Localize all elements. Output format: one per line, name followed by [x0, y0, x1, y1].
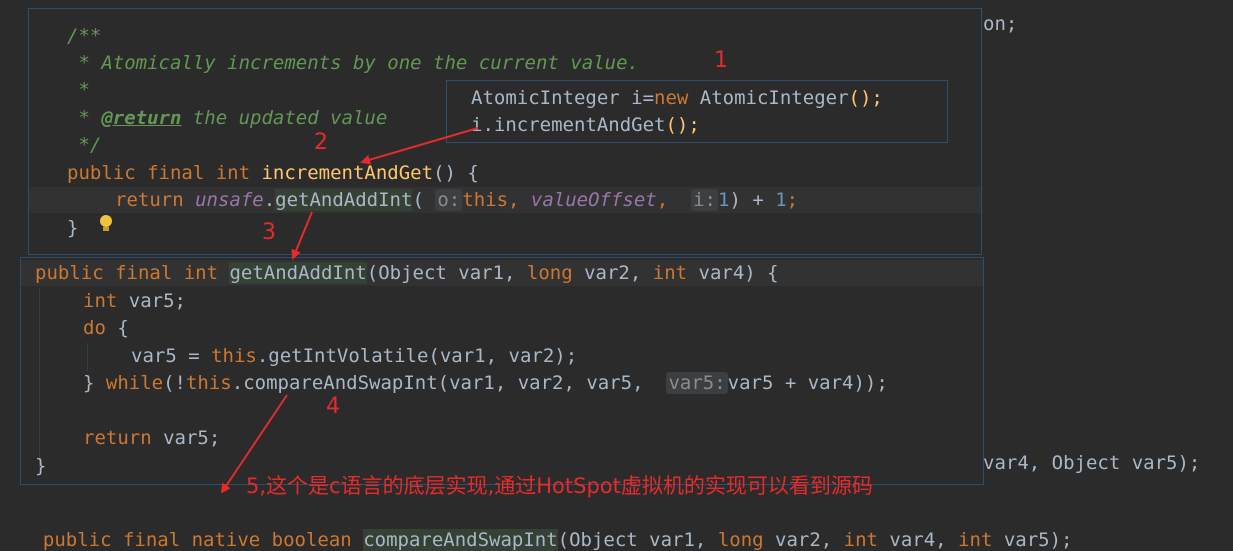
close-brace-line: }	[67, 215, 78, 241]
background-code-text: on;	[983, 13, 1018, 35]
doc-comment: *	[67, 79, 90, 101]
code-text: (	[412, 189, 424, 211]
keyword: this	[462, 189, 509, 211]
code-text: (!	[163, 372, 186, 394]
snippet-line-1: AtomicInteger i=new AtomicInteger();	[471, 85, 883, 111]
annotation-number-3: 3	[262, 220, 276, 245]
code-text: (Object var1,	[557, 529, 718, 551]
keyword: public final int	[35, 262, 230, 284]
assign-line: var5 = this.getIntVolatile(var1, var2);	[131, 343, 577, 369]
quick-definition-popup-getAndAddInt[interactable]: public final int getAndAddInt(Object var…	[20, 257, 984, 485]
code-text: i.incrementAndGet	[471, 114, 666, 136]
keyword: return	[115, 189, 196, 211]
native-method-line: public final native boolean compareAndSw…	[20, 507, 1072, 551]
field-name: valueOffset	[530, 189, 657, 211]
code-text: (Object var1,	[366, 262, 527, 284]
method-name[interactable]: getAndAddInt	[229, 262, 367, 284]
code-text: var5;	[117, 290, 186, 312]
method-call[interactable]: getAndAddInt	[275, 189, 413, 211]
code-text: var2,	[572, 262, 653, 284]
code-text: }	[83, 372, 106, 394]
annotation-number-4: 4	[326, 394, 340, 419]
code-text: .compareAndSwapInt(var1, var2, var5,	[231, 372, 655, 394]
return-line: return var5;	[83, 425, 220, 451]
background-code-top-right: on;	[983, 13, 1017, 35]
code-text: ,	[656, 189, 680, 211]
doc-close-line: */	[67, 132, 101, 158]
code-text: {	[105, 317, 129, 339]
doc-tag: @return	[101, 107, 182, 129]
param-hint: var5:	[666, 372, 728, 394]
doc-return-line: * @return the updated value	[67, 105, 387, 131]
code-text: .	[263, 189, 276, 211]
code-text: var5 + var4));	[727, 372, 888, 394]
keyword: long	[717, 529, 764, 551]
doc-comment: /**	[67, 25, 102, 47]
method-body-line: return unsafe.getAndAddInt( o: this, valu…	[29, 187, 981, 231]
indent-guide	[39, 288, 40, 468]
keyword: return	[83, 427, 152, 449]
param-hint: o:	[435, 189, 463, 211]
number: 1	[775, 189, 787, 211]
snippet-line-2: i.incrementAndGet();	[471, 112, 700, 138]
background-code-text: var4, Object var5);	[983, 452, 1201, 474]
doc-comment: * Atomically increments by one the curre…	[67, 52, 639, 74]
decl-line: int var5;	[83, 288, 186, 314]
code-text: AtomicInteger i=	[471, 87, 655, 109]
keyword: public final int	[67, 162, 262, 184]
code-text: var2,	[763, 529, 844, 551]
usage-snippet-box: AtomicInteger i=new AtomicInteger(); i.i…	[446, 80, 948, 143]
close-brace-line: }	[35, 453, 46, 479]
do-line: do {	[83, 315, 129, 341]
keyword: this	[211, 345, 257, 367]
keyword: int	[958, 529, 993, 551]
signature-text: public final int getAndAddInt(Object var…	[35, 260, 779, 286]
code-text: ;	[786, 189, 799, 211]
doc-comment: *	[67, 107, 102, 129]
keyword: this	[185, 372, 232, 394]
code-text: var4) {	[687, 262, 779, 284]
keyword: while	[105, 372, 164, 394]
keyword: public final native boolean	[42, 529, 364, 551]
method-name[interactable]: incrementAndGet	[261, 162, 433, 184]
code-text: () {	[433, 162, 479, 184]
doc-comment: the updated value	[181, 107, 388, 129]
lightbulb-icon-svg	[99, 215, 112, 231]
code-text: .getIntVolatile(var1, var2);	[256, 345, 578, 367]
method-name[interactable]: compareAndSwapInt	[363, 529, 558, 551]
code-text: var4,	[877, 529, 959, 551]
field-name: unsafe	[195, 189, 264, 211]
code-text: }	[67, 217, 79, 239]
code-text: var5);	[992, 529, 1073, 551]
code-text: ();	[848, 87, 883, 109]
method-signature-line: public final int incrementAndGet() {	[67, 160, 479, 186]
keyword: long	[526, 262, 573, 284]
number: 1	[717, 189, 730, 211]
code-text: AtomicInteger	[688, 87, 849, 109]
code-text: }	[35, 455, 47, 477]
keyword: do	[83, 317, 106, 339]
annotation-number-1: 1	[714, 48, 728, 73]
annotation-note-5: 5,这个是c语言的底层实现,通过HotSpot虚拟机的实现可以看到源码	[246, 474, 873, 498]
code-text: var5 =	[131, 345, 212, 367]
code-text: ,	[508, 189, 531, 211]
indent-guide	[87, 343, 88, 371]
code-text: var5;	[151, 427, 221, 449]
code-text: ) +	[729, 189, 776, 211]
keyword: int	[652, 262, 688, 284]
param-hint: i:	[691, 189, 718, 211]
doc-comment: */	[67, 134, 102, 156]
keyword: new	[654, 87, 689, 109]
annotation-number-2: 2	[314, 130, 328, 155]
background-code-bottom-right: var4, Object var5);	[983, 452, 1200, 474]
keyword: int	[83, 290, 118, 312]
doc-open-line: /**	[67, 23, 101, 49]
keyword: int	[843, 529, 878, 551]
while-line: } while(!this.compareAndSwapInt(var1, va…	[83, 370, 888, 396]
code-text: ();	[665, 114, 700, 136]
doc-star-line: *	[67, 77, 90, 103]
method-signature-line: public final int getAndAddInt(Object var…	[21, 260, 983, 286]
return-statement: return unsafe.getAndAddInt( o: this, valu…	[115, 187, 798, 213]
doc-line-1: * Atomically increments by one the curre…	[67, 50, 639, 76]
